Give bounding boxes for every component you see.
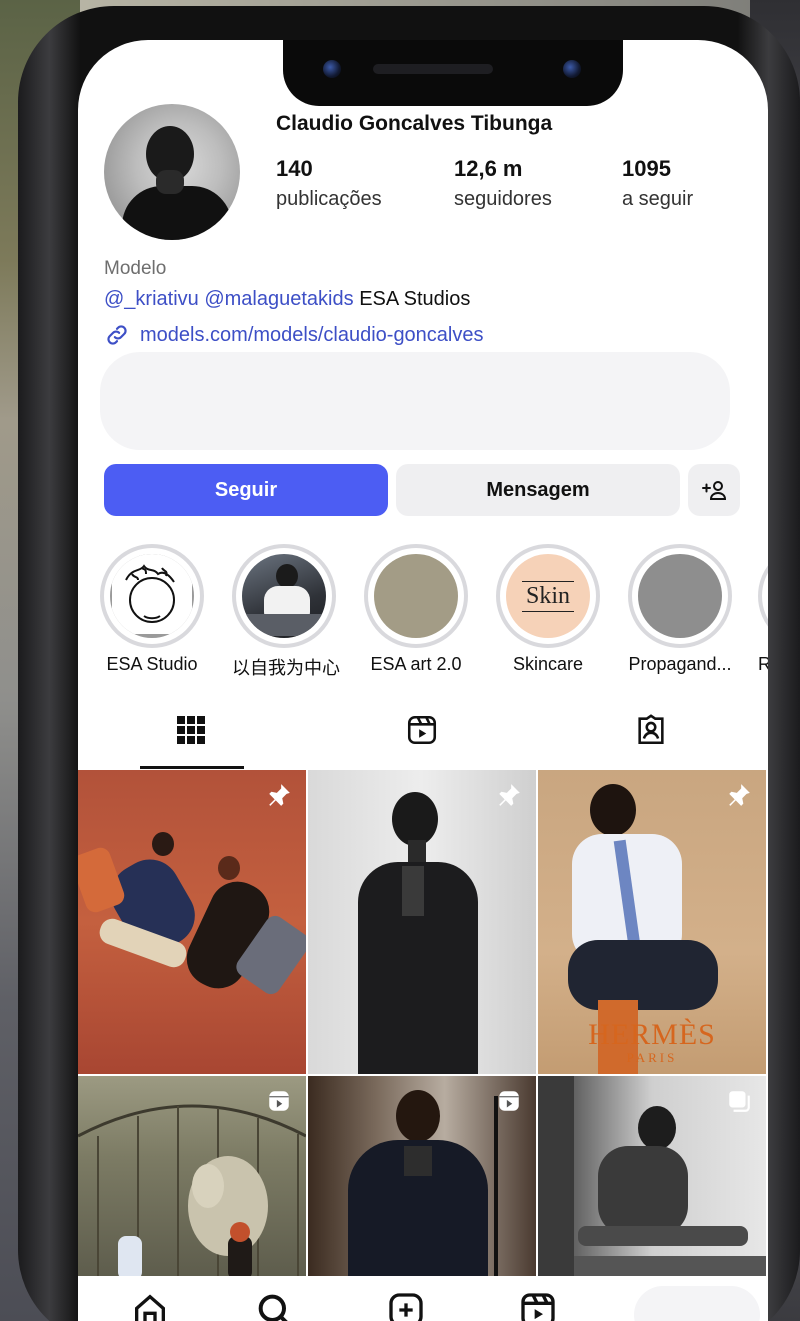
post-tile[interactable]	[308, 1076, 536, 1280]
reels-nav-icon[interactable]	[518, 1290, 558, 1321]
tagged-icon	[638, 714, 664, 745]
post-tile[interactable]	[538, 1076, 766, 1280]
highlight-propaganda[interactable]: Propagand...	[628, 544, 732, 675]
post-overlay-subtext: PARIS	[626, 1050, 678, 1065]
pin-icon	[729, 784, 750, 806]
bio-category: Modelo	[104, 258, 167, 279]
highlight-cover	[638, 554, 722, 638]
post-tile[interactable]: HERMÈS PARIS	[538, 770, 766, 1074]
bottom-nav	[78, 1276, 768, 1321]
create-icon[interactable]	[386, 1290, 426, 1321]
highlight-label: ESA art 2.0	[370, 654, 462, 674]
stat-followers[interactable]: 12,6 m seguidores	[454, 156, 552, 211]
stat-following-value: 1095	[622, 156, 671, 181]
highlight-cover: Skin	[506, 554, 590, 638]
avatar[interactable]	[104, 104, 240, 240]
add-person-icon	[702, 481, 727, 500]
tab-tagged[interactable]	[600, 690, 702, 770]
stat-posts-value: 140	[276, 156, 313, 181]
highlight-cover	[374, 554, 458, 638]
notch	[283, 40, 623, 106]
speaker-grille	[373, 64, 493, 74]
stat-followers-label: seguidores	[454, 188, 552, 210]
profile-username: Claudio Goncalves Tibunga	[276, 112, 553, 135]
tab-reels[interactable]	[371, 690, 473, 770]
tab-grid[interactable]	[140, 690, 242, 770]
home-icon[interactable]	[130, 1290, 170, 1321]
bio-mention[interactable]: @_kriativu	[104, 288, 199, 310]
follow-button[interactable]: Seguir	[104, 464, 388, 516]
highlight-2[interactable]: 以自我为中心	[232, 544, 340, 680]
highlight-label: Skincare	[512, 654, 584, 674]
skincare-cover-text: Skin	[525, 582, 570, 609]
search-icon[interactable]	[254, 1290, 294, 1321]
bio-line: @_kriativu @malaguetakids ESA Studios	[104, 288, 470, 311]
phone-screen: Claudio Goncalves Tibunga 140 publicaçõe…	[78, 40, 768, 1321]
camera-icon	[323, 60, 341, 78]
sketch-face-icon	[112, 554, 192, 634]
stat-posts[interactable]: 140 publicações	[276, 156, 382, 211]
highlight-cover	[110, 554, 194, 638]
highlight-cover	[242, 554, 326, 638]
highlight-partial[interactable]: R	[758, 544, 768, 675]
posts-grid: HERMÈS PARIS	[78, 770, 768, 1280]
reel-icon	[269, 1091, 289, 1111]
post-tile[interactable]	[78, 770, 306, 1074]
highlight-label: R	[758, 654, 768, 674]
profile-tabs	[78, 690, 768, 770]
highlight-label: Propagand...	[628, 654, 732, 674]
highlight-skincare[interactable]: Skin Skincare	[496, 544, 600, 675]
message-button[interactable]: Mensagem	[396, 464, 680, 516]
stat-posts-label: publicações	[276, 188, 382, 210]
profile-nav-pill[interactable]	[634, 1286, 760, 1321]
blank-panel	[100, 352, 730, 450]
bio-link-text: models.com/models/claudio-goncalves	[140, 323, 484, 346]
post-tile[interactable]	[308, 770, 536, 1074]
stat-following-label: a seguir	[622, 188, 694, 210]
phone-frame: Claudio Goncalves Tibunga 140 publicaçõe…	[18, 6, 800, 1321]
sensor-icon	[563, 60, 581, 78]
bio-text: ESA Studios	[359, 288, 471, 310]
highlight-esa-studio[interactable]: ESA Studio	[100, 544, 204, 675]
pin-icon	[499, 784, 520, 806]
highlight-esa-art[interactable]: ESA art 2.0	[364, 544, 468, 675]
highlight-label: ESA Studio	[106, 654, 198, 674]
stat-followers-value: 12,6 m	[454, 156, 523, 181]
link-icon	[107, 325, 127, 345]
grid-icon	[177, 716, 205, 744]
suggest-people-button[interactable]	[688, 464, 740, 516]
reels-icon	[407, 715, 437, 745]
bio-link[interactable]: models.com/models/claudio-goncalves	[104, 322, 484, 348]
carousel-icon	[729, 1091, 750, 1112]
pin-icon	[269, 784, 290, 806]
highlight-label: 以自我为中心	[232, 658, 340, 678]
active-tab-indicator	[140, 766, 244, 769]
reel-icon	[499, 1091, 519, 1111]
post-tile[interactable]	[78, 1076, 306, 1280]
bio-mention[interactable]: @malaguetakids	[204, 288, 353, 310]
stat-following[interactable]: 1095 a seguir	[622, 156, 693, 211]
post-overlay-text: HERMÈS	[588, 1018, 716, 1051]
